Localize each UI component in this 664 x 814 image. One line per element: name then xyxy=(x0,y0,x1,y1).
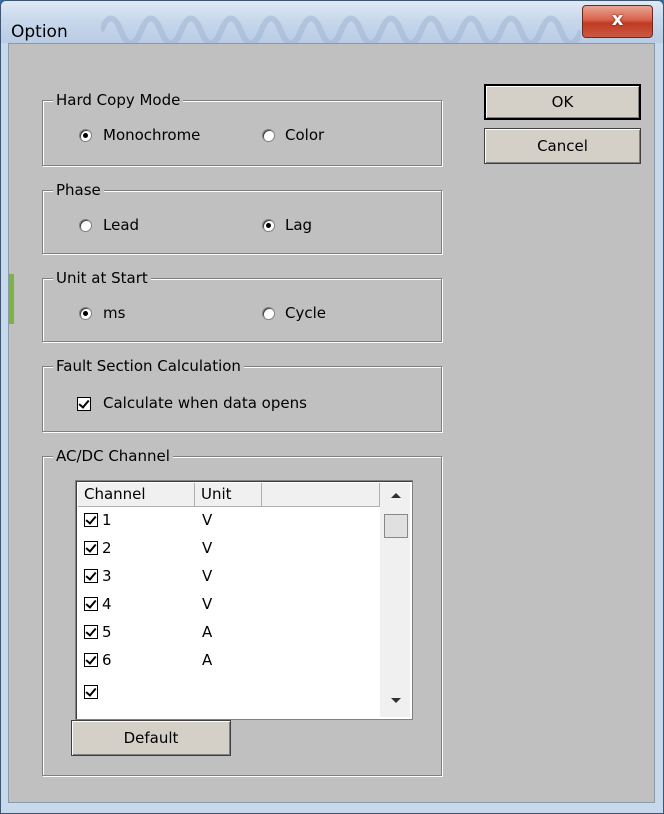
close-icon: x xyxy=(611,9,624,30)
channel-unit: V xyxy=(202,539,213,557)
channel-unit: V xyxy=(202,511,213,529)
option-dialog: Option x Hard Copy Mode Monochrome Color… xyxy=(0,0,664,814)
color-label[interactable]: Color xyxy=(285,125,324,145)
channel-list-scrollbar[interactable] xyxy=(380,483,410,717)
hard-copy-mode-label: Hard Copy Mode xyxy=(53,90,184,110)
list-item-partial[interactable] xyxy=(78,675,380,703)
title-bar-decoration xyxy=(101,15,581,43)
ac-dc-channel-label: AC/DC Channel xyxy=(53,446,173,466)
channel-unit: A xyxy=(202,623,213,641)
channel-list[interactable]: Channel Unit 1 V 2 V 3 V 4 V 5 A 6 A xyxy=(75,480,413,720)
lag-radio[interactable] xyxy=(262,219,275,232)
list-item[interactable]: 1 V xyxy=(78,507,380,535)
window-title: Option xyxy=(11,22,68,42)
channel-number: 4 xyxy=(102,595,112,613)
channel-checkbox[interactable] xyxy=(84,541,98,555)
ms-label[interactable]: ms xyxy=(103,303,125,323)
list-item[interactable]: 2 V xyxy=(78,535,380,563)
channel-number: 2 xyxy=(102,539,112,557)
scroll-down-icon[interactable] xyxy=(391,698,401,703)
column-header-blank[interactable] xyxy=(262,483,380,507)
cancel-button-label: Cancel xyxy=(537,137,588,155)
close-button[interactable]: x xyxy=(582,5,653,38)
list-item[interactable]: 3 V xyxy=(78,563,380,591)
cycle-label[interactable]: Cycle xyxy=(285,303,326,323)
dialog-client-area: Hard Copy Mode Monochrome Color Phase Le… xyxy=(8,43,655,803)
channel-checkbox[interactable] xyxy=(84,569,98,583)
unit-at-start-label: Unit at Start xyxy=(53,268,151,288)
cancel-button[interactable]: Cancel xyxy=(484,128,641,164)
hard-copy-mode-group: Hard Copy Mode Monochrome Color xyxy=(42,90,442,166)
calculate-when-opens-checkbox[interactable] xyxy=(77,397,91,411)
scroll-up-icon[interactable] xyxy=(391,493,401,498)
channel-unit: V xyxy=(202,595,213,613)
fault-section-label: Fault Section Calculation xyxy=(53,356,244,376)
calculate-when-opens-label[interactable]: Calculate when data opens xyxy=(103,393,307,413)
list-item[interactable]: 5 A xyxy=(78,619,380,647)
lag-label[interactable]: Lag xyxy=(285,215,312,235)
phase-group: Phase Lead Lag xyxy=(42,180,442,254)
list-item[interactable]: 6 A xyxy=(78,647,380,675)
monochrome-label[interactable]: Monochrome xyxy=(103,125,200,145)
channel-checkbox[interactable] xyxy=(84,685,98,699)
cycle-radio[interactable] xyxy=(262,307,275,320)
list-item[interactable]: 4 V xyxy=(78,591,380,619)
default-button[interactable]: Default xyxy=(71,720,231,756)
ok-button-label: OK xyxy=(551,93,574,111)
lead-label[interactable]: Lead xyxy=(103,215,139,235)
unit-at-start-group: Unit at Start ms Cycle xyxy=(42,268,442,342)
channel-checkbox[interactable] xyxy=(84,625,98,639)
channel-checkbox[interactable] xyxy=(84,597,98,611)
default-button-label: Default xyxy=(123,729,179,747)
channel-checkbox[interactable] xyxy=(84,653,98,667)
fault-section-group: Fault Section Calculation Calculate when… xyxy=(42,356,442,432)
title-bar[interactable]: Option x xyxy=(1,1,663,43)
channel-number: 5 xyxy=(102,623,112,641)
phase-label: Phase xyxy=(53,180,104,200)
channel-unit: A xyxy=(202,651,213,669)
ms-radio[interactable] xyxy=(79,307,92,320)
channel-number: 3 xyxy=(102,567,112,585)
lead-radio[interactable] xyxy=(79,219,92,232)
channel-number: 1 xyxy=(102,511,112,529)
monochrome-radio[interactable] xyxy=(79,129,92,142)
background-sliver xyxy=(9,274,14,324)
column-header-unit[interactable]: Unit xyxy=(195,483,262,507)
scroll-thumb[interactable] xyxy=(384,514,408,538)
ok-button[interactable]: OK xyxy=(484,84,641,120)
channel-checkbox[interactable] xyxy=(84,513,98,527)
color-radio[interactable] xyxy=(262,129,275,142)
channel-unit: V xyxy=(202,567,213,585)
channel-number: 6 xyxy=(102,651,112,669)
column-header-channel[interactable]: Channel xyxy=(78,483,195,507)
